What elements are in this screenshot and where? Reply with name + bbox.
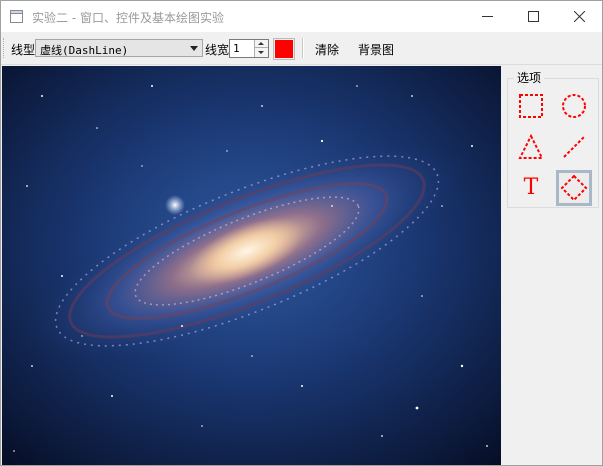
line-tool-button[interactable] [559,132,589,162]
line-style-combobox[interactable]: 虚线(DashLine) [35,39,203,57]
dashed-line-icon [563,136,585,158]
background-image-button[interactable]: 背景图 [358,41,394,58]
pen-color-button[interactable] [273,38,295,60]
main-window: 实验二 - 窗口、控件及基本绘图实验 线型 虚线(DashLine) 线宽 1 … [0,0,603,466]
maximize-icon [527,11,539,22]
text-T-icon: T [523,175,539,200]
app-icon [10,10,23,23]
spin-down-button[interactable] [254,48,268,57]
options-title: 选项 [514,69,545,86]
dashed-circle-icon [562,94,586,118]
spin-up-button[interactable] [254,40,268,48]
clear-button[interactable]: 清除 [315,41,339,58]
drawing-canvas[interactable] [2,66,501,465]
pen-color-swatch [275,40,293,58]
toolbar-grip[interactable] [3,38,7,58]
maximize-button[interactable] [510,1,556,32]
dashed-rectangle-icon [519,94,543,118]
title-bar[interactable]: 实验二 - 窗口、控件及基本绘图实验 [1,1,602,32]
close-button[interactable] [556,1,602,32]
minimize-button[interactable] [464,1,510,32]
toolbar: 线型 虚线(DashLine) 线宽 1 清除 背景图 [1,32,602,64]
arrow-up-icon [258,42,264,45]
diamond-tool-button[interactable] [556,170,592,206]
line-width-value: 1 [233,42,240,55]
line-style-label: 线型 [11,43,36,57]
text-tool-button[interactable]: T [516,173,546,203]
triangle-tool-button[interactable] [516,132,546,162]
line-width-label: 线宽 [205,43,230,57]
line-width-spinbox[interactable]: 1 [229,39,269,58]
chevron-down-icon [190,46,198,51]
window-title: 实验二 - 窗口、控件及基本绘图实验 [32,11,224,25]
rectangle-tool-button[interactable] [516,91,546,121]
minimize-icon [481,16,493,17]
dashed-triangle-icon [518,134,544,159]
ellipse-tool-button[interactable] [559,91,589,121]
toolbar-divider [1,64,602,65]
close-icon [573,11,585,22]
toolbar-separator [302,38,304,58]
galaxy-background-image [2,66,501,465]
arrow-down-icon [258,51,264,54]
line-style-value: 虚线(DashLine) [40,44,129,57]
dashed-diamond-icon [560,174,588,202]
